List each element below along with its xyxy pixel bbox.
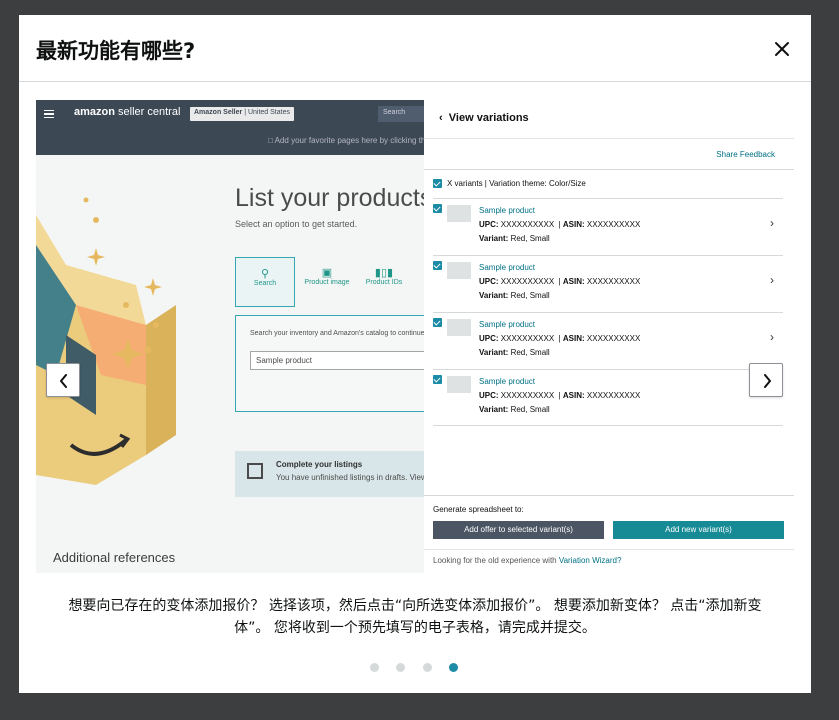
share-feedback-link: Share Feedback: [716, 150, 775, 159]
product-variant: Variant: Red, Small: [479, 405, 550, 414]
variant-row: Sample product UPC: XXXXXXXXXX | ASIN: X…: [433, 312, 783, 369]
next-slide-button[interactable]: [749, 363, 783, 397]
variation-theme-label: X variants | Variation theme: Color/Size: [447, 179, 586, 188]
chevron-right-icon: ›: [770, 216, 774, 230]
add-variant-button: Add new variant(s): [613, 521, 784, 539]
variant-checkbox: [433, 318, 442, 327]
divider: [424, 495, 794, 496]
close-icon: [775, 42, 789, 56]
view-variations-panel: ‹ View variations Share Feedback X varia…: [424, 100, 794, 573]
divider: [424, 549, 794, 550]
variant-checkbox: [433, 261, 442, 270]
variant-checkbox: [433, 375, 442, 384]
chevron-right-icon: [764, 374, 771, 388]
product-ids: UPC: XXXXXXXXXX | ASIN: XXXXXXXXXX: [479, 391, 641, 400]
carousel-dot-2[interactable]: [396, 663, 405, 672]
chevron-right-icon: ›: [770, 273, 774, 287]
carousel-slide-image: amazon seller central Amazon Seller | Un…: [36, 100, 794, 573]
carousel-pagination: [369, 663, 469, 675]
product-thumbnail: [447, 262, 471, 279]
product-name: Sample product: [479, 206, 536, 215]
chevron-left-icon: [60, 374, 67, 388]
previous-slide-button[interactable]: [46, 363, 80, 397]
product-ids: UPC: XXXXXXXXXX | ASIN: XXXXXXXXXX: [479, 334, 641, 343]
product-name: Sample product: [479, 320, 536, 329]
modal-title: 最新功能有哪些?: [36, 39, 196, 63]
carousel-dot-4[interactable]: [449, 663, 458, 672]
variant-checkbox: [433, 204, 442, 213]
slide-caption: 想要向已存在的变体添加报价？ 选择该项，然后点击“向所选变体添加报价”。 想要添…: [68, 598, 762, 636]
carousel-dot-1[interactable]: [370, 663, 379, 672]
divider: [424, 169, 794, 170]
variation-wizard-link: Variation Wizard?: [558, 556, 622, 565]
product-thumbnail: [447, 205, 471, 222]
modal-header: 最新功能有哪些?: [19, 15, 811, 82]
close-button[interactable]: [768, 35, 796, 63]
product-name: Sample product: [479, 377, 536, 386]
product-ids: UPC: XXXXXXXXXX | ASIN: XXXXXXXXXX: [479, 277, 641, 286]
chevron-right-icon: ›: [770, 330, 774, 344]
old-experience-text: Looking for the old experience with Vari…: [433, 556, 622, 565]
background-overlay: [36, 100, 424, 573]
product-variant: Variant: Red, Small: [479, 348, 550, 357]
product-name: Sample product: [479, 263, 536, 272]
variant-row: Sample product UPC: XXXXXXXXXX | ASIN: X…: [433, 198, 783, 255]
view-variations-title: ‹ View variations: [439, 112, 529, 124]
select-all-checkbox: [433, 179, 442, 188]
product-variant: Variant: Red, Small: [479, 234, 550, 243]
carousel-dot-3[interactable]: [423, 663, 432, 672]
divider: [424, 138, 794, 139]
product-variant: Variant: Red, Small: [479, 291, 550, 300]
variant-row: Sample product UPC: XXXXXXXXXX | ASIN: X…: [433, 255, 783, 312]
add-offer-button: Add offer to selected variant(s): [433, 521, 604, 539]
whats-new-modal: 最新功能有哪些? amazon seller central Amazon Se…: [19, 15, 811, 693]
generate-spreadsheet-label: Generate spreadsheet to:: [433, 505, 524, 514]
product-thumbnail: [447, 319, 471, 336]
variant-row: Sample product UPC: XXXXXXXXXX | ASIN: X…: [433, 369, 783, 426]
product-ids: UPC: XXXXXXXXXX | ASIN: XXXXXXXXXX: [479, 220, 641, 229]
product-thumbnail: [447, 376, 471, 393]
